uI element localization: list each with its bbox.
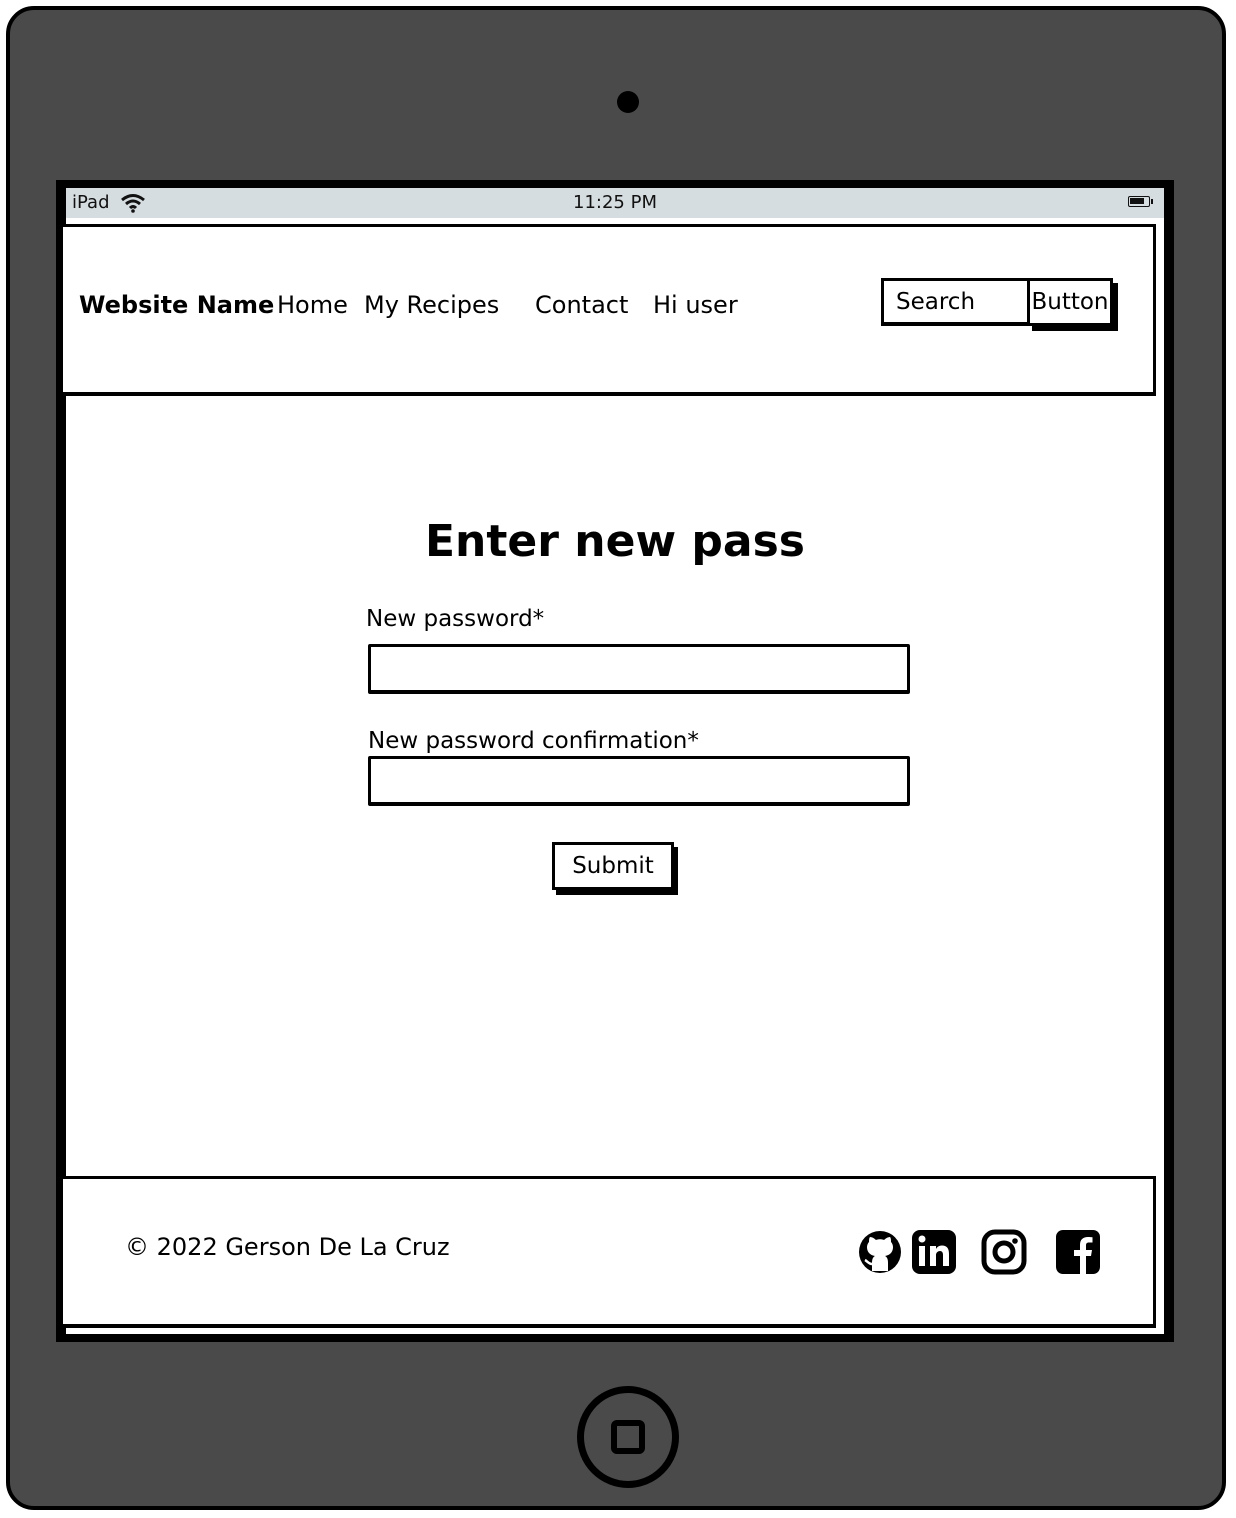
linkedin-icon[interactable] [911,1229,957,1275]
status-bar: iPad 11:25 PM [66,188,1164,218]
page: Website Name Home My Recipes Contact Hi … [60,218,1164,1334]
brand-link[interactable]: Website Name [79,291,274,319]
search-button[interactable]: Button [1027,278,1113,326]
home-square-icon [611,1420,645,1454]
new-password-field[interactable] [368,644,910,694]
instagram-icon[interactable] [981,1229,1027,1275]
screen: iPad 11:25 PM Website Name Home My Recip… [56,180,1174,1342]
submit-button[interactable]: Submit [552,842,674,890]
github-icon[interactable] [857,1229,903,1275]
battery-icon [1128,196,1153,207]
page-title: Enter new pass [425,516,805,567]
footer: © 2022 Gerson De La Cruz [60,1176,1156,1328]
nav-link-home[interactable]: Home [277,291,348,319]
facebook-icon[interactable] [1055,1229,1101,1275]
nav-link-my-recipes[interactable]: My Recipes [364,291,499,319]
copyright-text: © 2022 Gerson De La Cruz [125,1233,450,1261]
nav-user-greeting[interactable]: Hi user [653,291,738,319]
nav-link-contact[interactable]: Contact [535,291,628,319]
camera-dot [617,91,639,113]
search-form: Button [881,278,1119,328]
search-input[interactable] [881,278,1031,326]
new-password-confirmation-label: New password confirmation* [368,728,699,754]
status-time: 11:25 PM [573,192,657,213]
home-button[interactable] [577,1386,679,1488]
navbar: Website Name Home My Recipes Contact Hi … [60,224,1156,396]
new-password-confirmation-field[interactable] [368,756,910,806]
new-password-label: New password* [366,606,545,632]
